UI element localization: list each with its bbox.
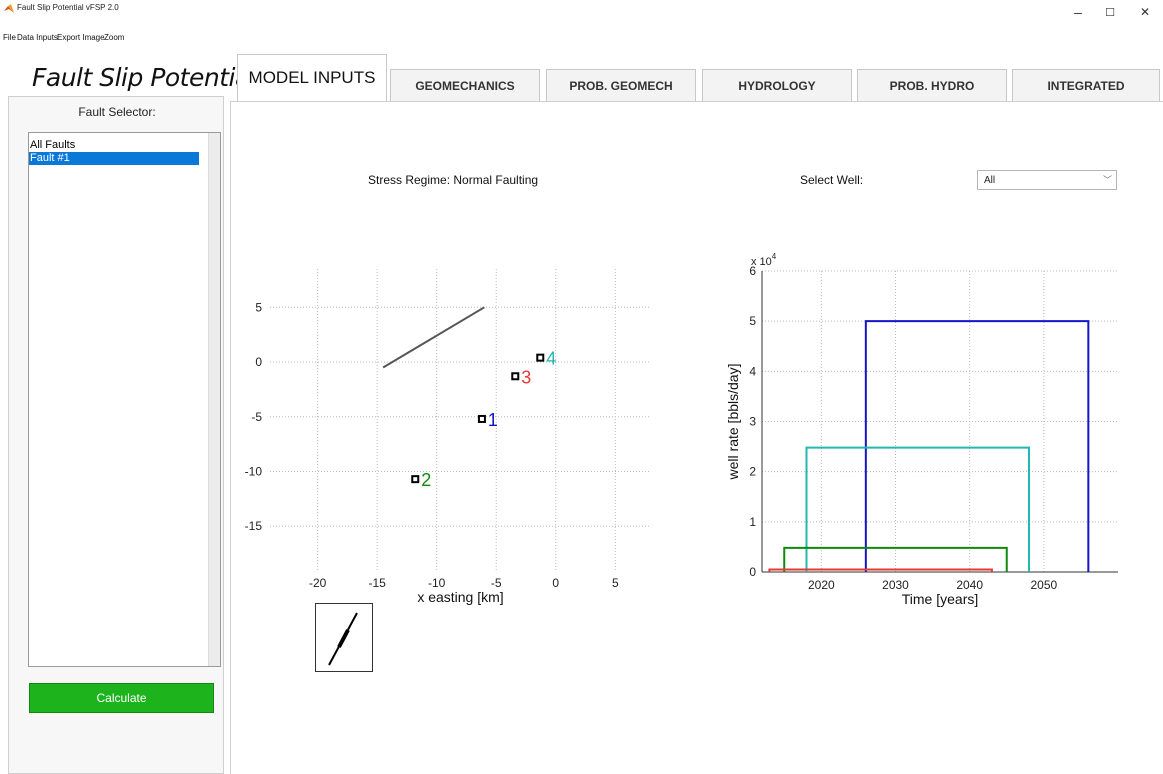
map-x-tick-label: -15 <box>368 576 386 590</box>
well-label: 2 <box>421 470 431 490</box>
rate-y-multiplier: x 104 <box>751 252 777 268</box>
rate-x-axis-label: Time [years] <box>902 591 979 607</box>
tab-prob-geomech[interactable]: PROB. GEOMECH <box>546 69 696 102</box>
map-x-tick-label: -5 <box>491 576 502 590</box>
rate-x-tick-label: 2030 <box>882 578 909 592</box>
menu-bar: File Data Inputs Export Image Zoom <box>0 32 1163 46</box>
menu-zoom[interactable]: Zoom <box>104 33 124 42</box>
close-icon[interactable]: ✕ <box>1130 5 1160 19</box>
tab-prob-hydro[interactable]: PROB. HYDRO <box>857 69 1007 102</box>
tab-geomechanics[interactable]: GEOMECHANICS <box>390 69 540 102</box>
rate-y-tick-label: 3 <box>749 415 756 429</box>
fault-listbox[interactable]: All Faults Fault #1 <box>28 132 221 667</box>
title-bar: Fault Slip Potential vFSP 2.0 – ☐ ✕ <box>0 0 1163 32</box>
rate-x-tick-label: 2040 <box>956 578 983 592</box>
menu-data-inputs[interactable]: Data Inputs <box>17 33 58 42</box>
well-select-value: All <box>984 175 996 186</box>
rate-y-tick-label: 5 <box>749 314 756 328</box>
well-rate-series-line <box>864 320 1090 572</box>
fault-orientation-inset <box>315 603 373 672</box>
well-marker <box>536 353 545 362</box>
map-y-tick-label: -15 <box>245 519 263 533</box>
rate-x-tick-label: 2020 <box>808 578 835 592</box>
listbox-scrollbar[interactable] <box>208 133 220 666</box>
well-marker <box>511 372 520 381</box>
menu-file[interactable]: File <box>3 33 16 42</box>
fault-line <box>382 306 485 369</box>
map-y-tick-label: 0 <box>255 355 262 369</box>
map-x-axis-label: x easting [km] <box>417 589 503 605</box>
well-rate-chart: 2020 2030 2040 20500123456x 104Time [years]… <box>725 252 1118 607</box>
map-x-tick-label: 0 <box>552 576 559 590</box>
rate-y-tick-label: 0 <box>749 565 756 579</box>
well-label: 4 <box>546 349 556 369</box>
app-heading: Fault Slip Potential <box>32 63 257 92</box>
rate-y-tick-label: 2 <box>749 465 756 479</box>
well-rate-series-line <box>805 446 1030 572</box>
list-item-all-faults[interactable]: All Faults <box>29 139 199 152</box>
menu-export-image[interactable]: Export Image <box>57 33 105 42</box>
stress-regime-label: Stress Regime: Normal Faulting <box>368 173 539 187</box>
list-item-fault-1[interactable]: Fault #1 <box>29 152 199 165</box>
well-map-chart: -20-15-10-505-15-10-505x easting [km]y n… <box>245 269 651 605</box>
tab-model-inputs[interactable]: MODEL INPUTS <box>237 54 387 102</box>
well-marker <box>477 414 486 423</box>
well-marker <box>411 475 420 484</box>
map-x-tick-label: 5 <box>612 576 619 590</box>
chevron-down-icon: ﹀ <box>1102 175 1112 185</box>
calculate-button[interactable]: Calculate <box>29 683 214 713</box>
map-x-tick-label: -20 <box>309 576 327 590</box>
tab-hydrology[interactable]: HYDROLOGY <box>702 69 852 102</box>
map-y-tick-label: 5 <box>255 300 262 314</box>
rate-y-tick-label: 4 <box>749 364 756 378</box>
well-select-dropdown[interactable]: All ﹀ <box>977 170 1117 190</box>
rate-x-tick-label: 2050 <box>1030 578 1057 592</box>
map-y-tick-label: -10 <box>245 464 263 478</box>
window-title: Fault Slip Potential vFSP 2.0 <box>17 3 119 12</box>
tab-integrated[interactable]: INTEGRATED <box>1012 69 1160 102</box>
fault-selector-panel: Fault Selector: All Faults Fault #1 Calc… <box>8 96 224 774</box>
matlab-app-icon <box>4 4 14 13</box>
map-y-tick-label: -5 <box>251 410 262 424</box>
fault-selector-title: Fault Selector: <box>78 105 156 119</box>
maximize-icon[interactable]: ☐ <box>1095 6 1125 19</box>
rate-y-tick-label: 1 <box>749 515 756 529</box>
well-label: 3 <box>521 367 531 387</box>
select-well-label: Select Well: <box>800 173 864 187</box>
well-label: 1 <box>488 410 498 430</box>
rate-y-axis-label: well rate [bbls/day] <box>725 364 741 481</box>
minimize-icon[interactable]: – <box>1063 4 1093 20</box>
map-x-tick-label: -10 <box>428 576 446 590</box>
